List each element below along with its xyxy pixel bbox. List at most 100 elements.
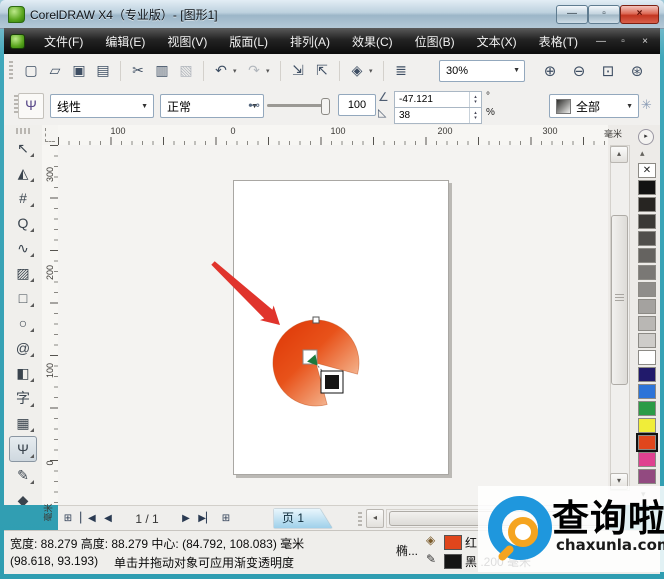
gradient-angle-field[interactable]: -47.121 ▴▾ — [394, 91, 482, 108]
redo-icon-caret[interactable]: ▾ — [266, 67, 275, 75]
previous-page-icon[interactable]: ◀ — [98, 513, 118, 524]
transparency-type-dropdown[interactable]: 线性 ▼ — [50, 94, 154, 118]
menu-item-9[interactable]: 表格(T) — [530, 29, 587, 54]
scrollbar-grip[interactable] — [358, 512, 362, 526]
zoom-selected-icon[interactable]: ⊡ — [597, 62, 619, 80]
add-page-icon[interactable]: ⊞ — [58, 513, 78, 524]
color-swatch-2[interactable] — [638, 197, 656, 212]
smart-fill-tool[interactable]: ▨ — [10, 261, 36, 285]
menu-item-8[interactable]: 文本(X) — [468, 29, 526, 54]
text-tool[interactable]: 字 — [10, 386, 36, 410]
menu-item-6[interactable]: 效果(C) — [343, 29, 402, 54]
export-icon[interactable]: ⇱ — [310, 62, 334, 79]
add-page-icon[interactable]: ⊞ — [216, 513, 236, 524]
shape-tool[interactable]: ◭ — [10, 161, 36, 185]
transparency-preview-icon[interactable]: Ψ — [18, 93, 44, 119]
ellipse-tool[interactable]: ○ — [10, 311, 36, 335]
edge-pad-field[interactable]: 38 ▴▾ — [394, 107, 482, 124]
menu-item-2[interactable]: 编辑(E) — [96, 29, 154, 54]
vertical-scrollbar-thumb[interactable] — [611, 215, 628, 385]
midpoint-slider[interactable] — [267, 104, 327, 107]
color-swatch-5[interactable] — [638, 248, 656, 263]
table-tool[interactable]: ▦ — [10, 411, 36, 435]
zoom-in-icon[interactable]: ⊕ — [539, 62, 561, 80]
mdi-close-button[interactable]: × — [638, 36, 652, 47]
zoom-all-icon[interactable]: ⊛ — [626, 62, 648, 80]
color-swatch-15[interactable] — [638, 418, 656, 433]
color-swatch-13[interactable] — [638, 384, 656, 399]
zoom-tool[interactable]: Q — [10, 211, 36, 235]
rectangle-tool[interactable]: □ — [10, 286, 36, 310]
mdi-restore-button[interactable]: ▫ — [616, 36, 630, 47]
color-swatch-16[interactable] — [638, 435, 656, 450]
color-swatch-1[interactable] — [638, 180, 656, 195]
mdi-minimize-button[interactable]: — — [594, 36, 608, 47]
save-icon[interactable]: ▣ — [67, 62, 91, 79]
color-swatch-4[interactable] — [638, 231, 656, 246]
minimize-button[interactable]: — — [556, 5, 588, 24]
restore-button[interactable]: ▫ — [588, 5, 620, 24]
midpoint-value-field[interactable]: 100 — [338, 94, 376, 116]
freeze-transparency-icon[interactable]: ✳ — [641, 97, 652, 113]
copy-icon[interactable]: ▥ — [150, 62, 174, 79]
basic-shapes-tool[interactable]: ◧ — [10, 361, 36, 385]
scroll-left-icon[interactable]: ◂ — [366, 509, 384, 528]
scroll-up-icon[interactable]: ▴ — [610, 146, 628, 163]
next-page-icon[interactable]: ▶ — [176, 513, 196, 524]
spinner-arrows-icon[interactable]: ▴▾ — [469, 108, 481, 123]
color-swatch-7[interactable] — [638, 282, 656, 297]
color-swatch-17[interactable] — [638, 452, 656, 467]
pick-tool[interactable]: ↖ — [10, 136, 36, 160]
color-swatch-18[interactable] — [638, 469, 656, 484]
color-swatch-8[interactable] — [638, 299, 656, 314]
shape-node-handle[interactable] — [313, 317, 319, 323]
no-color-swatch[interactable]: ✕ — [638, 163, 656, 178]
polygon-tool[interactable]: @ — [10, 336, 36, 360]
color-swatch-3[interactable] — [638, 214, 656, 229]
menu-item-1[interactable]: 文件(F) — [35, 29, 92, 54]
open-folder-icon[interactable]: ▱ — [43, 62, 67, 79]
menu-item-3[interactable]: 视图(V) — [158, 29, 216, 54]
menu-item-5[interactable]: 排列(A) — [281, 29, 339, 54]
ruler-origin-icon[interactable] — [42, 125, 59, 146]
app-launcher-icon-caret[interactable]: ▾ — [369, 67, 378, 75]
horizontal-ruler[interactable]: 1000100200300 — [58, 125, 608, 146]
outline-pen-tool[interactable]: ◆ — [10, 488, 36, 505]
redo-icon[interactable]: ↷ — [242, 62, 266, 79]
last-page-icon[interactable]: ▶▏ — [196, 513, 216, 524]
toolbar-grip[interactable] — [9, 61, 13, 81]
first-page-icon[interactable]: ▏◀ — [78, 513, 98, 524]
spinner-arrows-icon[interactable]: ▴▾ — [469, 92, 481, 107]
cut-icon[interactable]: ✂ — [126, 62, 150, 79]
color-swatch-9[interactable] — [638, 316, 656, 331]
paste-icon[interactable]: ▧ — [174, 62, 198, 79]
color-swatch-12[interactable] — [638, 367, 656, 382]
menu-item-7[interactable]: 位图(B) — [406, 29, 464, 54]
color-swatch-11[interactable] — [638, 350, 656, 365]
freehand-tool[interactable]: ∿ — [10, 236, 36, 260]
transparency-end-handle[interactable] — [325, 375, 339, 389]
palette-scroll-up-icon[interactable]: ▴ — [640, 148, 645, 159]
menu-item-4[interactable]: 版面(L) — [220, 29, 277, 54]
options-icon[interactable]: ≣ — [389, 62, 413, 79]
page-tab[interactable]: 页 1 — [274, 509, 332, 528]
zoom-level-combo[interactable]: 30% ▼ — [439, 60, 525, 82]
new-document-icon[interactable]: ▢ — [19, 62, 43, 79]
vertical-ruler[interactable]: 3002001000 — [42, 145, 59, 505]
undo-icon[interactable]: ↶ — [209, 62, 233, 79]
toolbox-grip[interactable] — [16, 128, 30, 134]
midpoint-slider-handle[interactable] — [321, 98, 330, 115]
palette-flyout-icon[interactable]: ▸ — [638, 129, 654, 145]
app-launcher-icon[interactable]: ◈ — [345, 62, 369, 79]
undo-icon-caret[interactable]: ▾ — [233, 67, 242, 75]
close-button[interactable]: × — [620, 5, 659, 24]
color-swatch-10[interactable] — [638, 333, 656, 348]
zoom-out-icon[interactable]: ⊖ — [568, 62, 590, 80]
color-swatch-6[interactable] — [638, 265, 656, 280]
import-icon[interactable]: ⇲ — [286, 62, 310, 79]
crop-tool[interactable]: # — [10, 186, 36, 210]
print-icon[interactable]: ▤ — [91, 62, 115, 79]
eyedropper-tool[interactable]: ✎ — [10, 463, 36, 487]
color-swatch-14[interactable] — [638, 401, 656, 416]
transparency-target-dropdown[interactable]: 全部 ▼ — [549, 94, 639, 118]
